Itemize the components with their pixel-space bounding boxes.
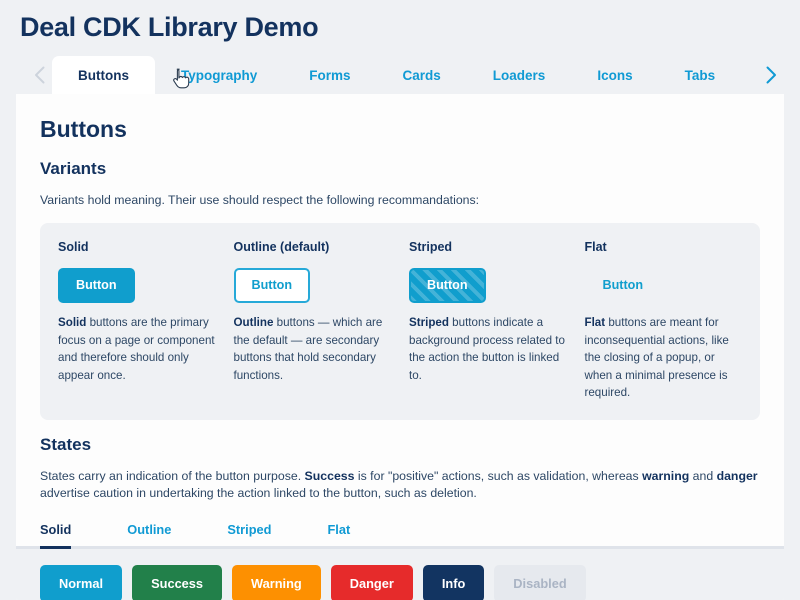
state-button-normal[interactable]: Normal <box>40 564 123 600</box>
state-button-success[interactable]: Success <box>132 564 223 600</box>
variant-description: Outline buttons — which are the default … <box>234 314 392 384</box>
variant-solid: Solid Button Solid buttons are the prima… <box>58 239 234 402</box>
state-button-danger[interactable]: Danger <box>330 564 413 600</box>
page-title: Deal CDK Library Demo <box>20 12 319 42</box>
subtab-striped[interactable]: Striped <box>227 522 271 546</box>
variant-demo: Button <box>409 267 567 303</box>
variants-intro: Variants hold meaning. Their use should … <box>40 193 480 207</box>
subtab-flat[interactable]: Flat <box>327 522 350 546</box>
states-subtabs: Solid Outline Striped Flat <box>16 522 784 549</box>
variant-demo: Button <box>58 267 216 303</box>
states-intro-part: States carry an indication of the button… <box>40 468 305 483</box>
app-header: Deal CDK Library Demo <box>0 0 800 44</box>
states-intro-danger: danger <box>716 468 758 483</box>
subtab-outline[interactable]: Outline <box>127 522 171 546</box>
state-button-info[interactable]: Info <box>422 564 485 600</box>
variant-demo: Button <box>585 269 743 301</box>
variant-desc-lead: Flat <box>584 316 606 329</box>
section-title-buttons: Buttons <box>40 116 127 142</box>
variant-desc-rest: buttons are meant for inconsequential ac… <box>584 316 729 399</box>
states-intro-warning: warning <box>642 468 690 483</box>
variant-description: Striped buttons indicate a background pr… <box>409 314 567 384</box>
variant-demo: Button <box>233 267 392 303</box>
striped-button[interactable]: Button <box>409 267 486 303</box>
chevron-right-icon <box>766 66 776 84</box>
variant-desc-lead: Outline <box>233 316 274 329</box>
tab-cards[interactable]: Cards <box>377 56 467 94</box>
states-intro-part: and <box>689 468 717 483</box>
states-intro: States carry an indication of the button… <box>40 468 760 502</box>
tab-icons[interactable]: Icons <box>571 56 658 94</box>
variant-desc-lead: Striped <box>409 316 449 329</box>
tab-typography[interactable]: Typography <box>155 56 283 94</box>
states-intro-success: Success <box>304 468 355 483</box>
tab-loaders[interactable]: Loaders <box>467 56 572 94</box>
subtab-solid[interactable]: Solid <box>40 522 72 549</box>
app-root: Deal CDK Library Demo Buttons Typography… <box>0 0 800 600</box>
variants-heading: Variants <box>40 159 107 178</box>
tabs-next-button[interactable] <box>758 56 784 94</box>
variant-label: Flat <box>584 240 607 254</box>
states-heading: States <box>40 434 92 454</box>
variants-card: Solid Button Solid buttons are the prima… <box>40 223 760 420</box>
main-tabstrip: Buttons Typography Forms Cards Loaders I… <box>0 56 800 94</box>
states-intro-part: advertise caution in undertaking the act… <box>40 485 477 500</box>
content-panel: Buttons Variants Variants hold meaning. … <box>16 94 784 600</box>
tab-buttons[interactable]: Buttons <box>52 56 155 94</box>
variant-label: Striped <box>409 240 453 254</box>
variant-flat: Flat Button Flat buttons are meant for i… <box>585 239 743 402</box>
variant-description: Flat buttons are meant for inconsequenti… <box>585 314 743 402</box>
tabs-prev-button[interactable] <box>26 56 52 94</box>
tab-tabs[interactable]: Tabs <box>659 56 742 94</box>
variant-description: Solid buttons are the primary focus on a… <box>58 314 216 384</box>
chevron-left-icon <box>34 66 44 84</box>
tab-list: Buttons Typography Forms Cards Loaders I… <box>52 56 758 94</box>
variant-label: Outline (default) <box>233 240 330 254</box>
states-intro-part: is for "positive" actions, such as valid… <box>354 468 643 483</box>
panel-inner: Buttons Variants Variants hold meaning. … <box>16 114 784 502</box>
flat-button[interactable]: Button <box>585 268 662 303</box>
state-button-disabled: Disabled <box>494 564 586 600</box>
state-button-warning[interactable]: Warning <box>232 564 321 600</box>
outline-button[interactable]: Button <box>233 267 311 303</box>
variant-desc-lead: Solid <box>58 316 87 329</box>
states-button-row: Normal Success Warning Danger Info Disab… <box>16 548 784 600</box>
variant-label: Solid <box>58 240 89 254</box>
variant-striped: Striped Button Striped buttons indicate … <box>409 239 585 402</box>
tab-forms[interactable]: Forms <box>283 56 376 94</box>
variant-outline: Outline (default) Button Outline buttons… <box>233 239 410 402</box>
solid-button[interactable]: Button <box>58 267 135 303</box>
